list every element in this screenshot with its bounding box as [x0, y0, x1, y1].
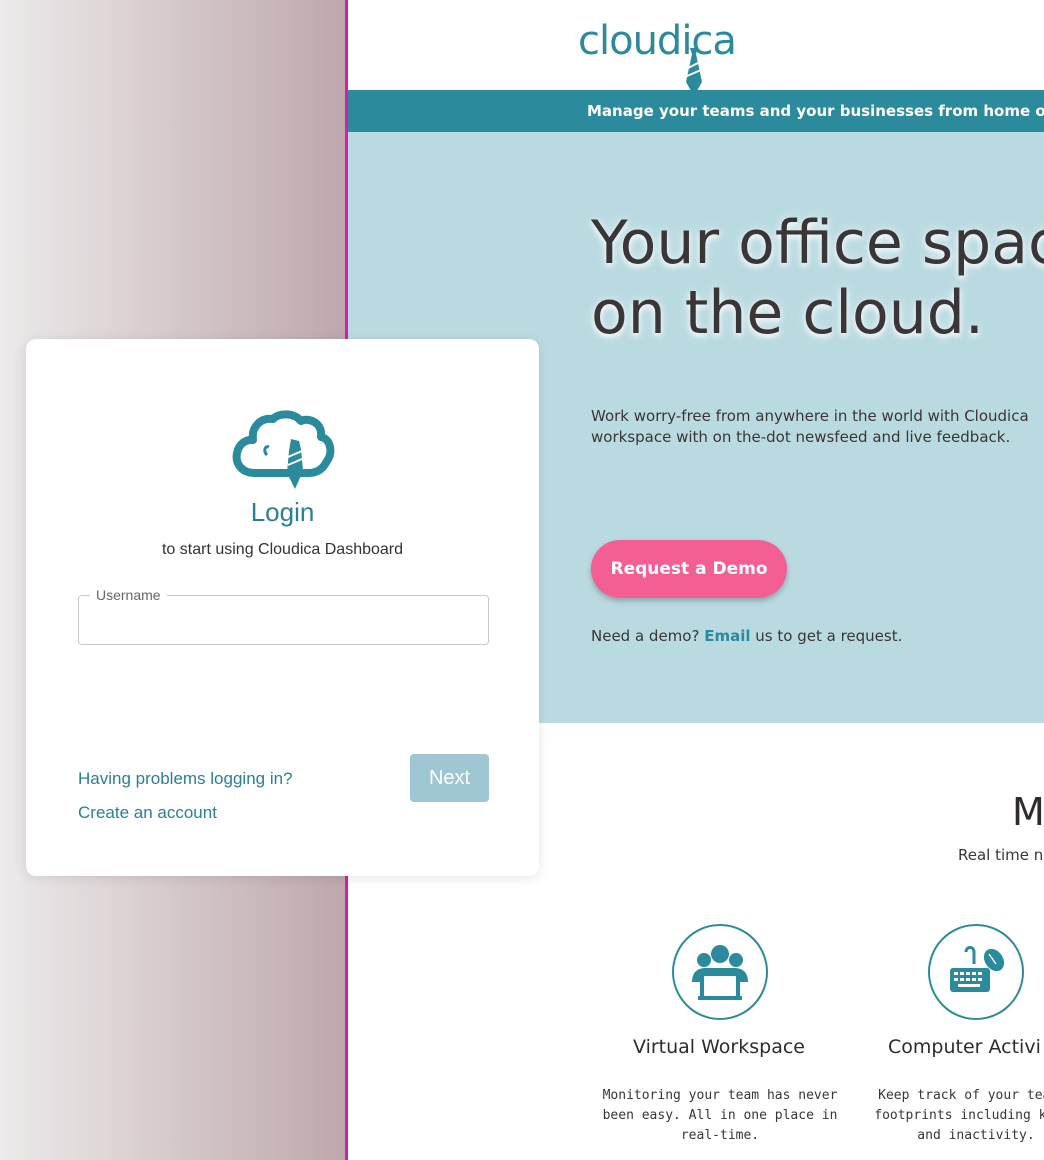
create-account-link[interactable]: Create an account [78, 803, 217, 823]
username-input[interactable] [79, 596, 488, 644]
brand-name: cloudica [578, 18, 737, 64]
feature-desc-line: Keep track of your team's [878, 1088, 1044, 1103]
feature-title-virtual-workspace: Virtual Workspace [633, 1036, 805, 1058]
tie-icon [686, 48, 702, 96]
cloud-logo-icon [232, 410, 335, 489]
demo-note: Need a demo? Email us to get a request. [591, 627, 902, 645]
hero-description-line-1: Work worry-free from anywhere in the wor… [591, 407, 1029, 425]
tagline-text: Manage your teams and your businesses fr… [587, 102, 1044, 120]
hero-title-line-2: on the cloud. [591, 278, 984, 348]
feature-desc-virtual-workspace: Monitoring your team has never been easy… [600, 1086, 840, 1146]
team-icon [672, 924, 768, 1020]
hero-description: Work worry-free from anywhere in the wor… [591, 406, 1044, 448]
feature-desc-line: real-time. [680, 1128, 760, 1143]
feature-desc-line: been easy. All in one place in [602, 1108, 838, 1123]
login-help-link[interactable]: Having problems logging in? [78, 769, 293, 789]
feature-desc-computer-activity: Keep track of your team's footprints inc… [856, 1086, 1044, 1146]
feature-desc-line: and inactivity. [917, 1128, 1035, 1143]
login-card: Login to start using Cloudica Dashboard … [26, 339, 539, 876]
hero-title: Your office spac on the cloud. [591, 208, 1044, 348]
next-button[interactable]: Next [410, 754, 489, 802]
feature-title-computer-activity: Computer Activi [888, 1036, 1041, 1058]
section-heading: MC [1012, 790, 1044, 834]
keyboard-mouse-icon [928, 924, 1024, 1020]
hero-title-line-1: Your office spac [591, 208, 1044, 278]
section-subheading: Real time n [958, 846, 1044, 864]
feature-desc-line: Monitoring your team has never [602, 1088, 838, 1103]
feature-desc-line: footprints including keyst [874, 1108, 1044, 1123]
demo-note-suffix: us to get a request. [755, 627, 903, 645]
login-subtitle: to start using Cloudica Dashboard [161, 541, 404, 558]
login-title: Login [250, 497, 315, 527]
hero-description-line-2: workspace with on the-dot newsfeed and l… [591, 428, 1011, 446]
demo-note-prefix: Need a demo? [591, 627, 700, 645]
tagline-bar: Manage your teams and your businesses fr… [348, 90, 1044, 132]
username-field[interactable]: Username [78, 587, 489, 645]
email-link[interactable]: Email [704, 627, 750, 645]
request-demo-button[interactable]: Request a Demo [591, 540, 787, 598]
